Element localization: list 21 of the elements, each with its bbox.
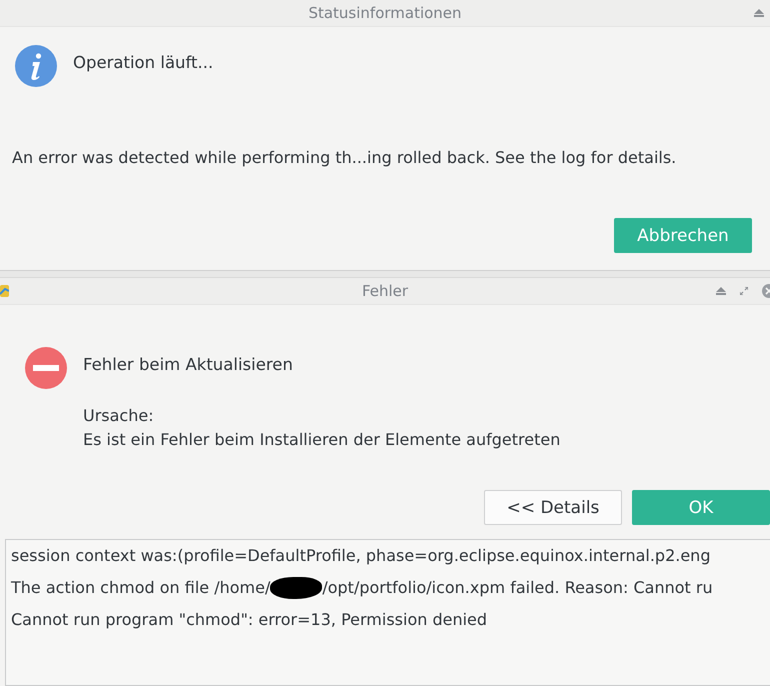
log-line: /opt/portfolio/icon.xpm failed. Reason: Cannot ru xyxy=(322,577,713,599)
error-message: An error was detected while performing th...ing rolled back. See the log for details. xyxy=(12,148,678,167)
error-icon xyxy=(24,346,68,390)
redaction-mark xyxy=(270,577,322,599)
window-title: Statusinformationen xyxy=(308,4,462,22)
shade-icon[interactable] xyxy=(716,287,726,295)
primary-button[interactable]: OK xyxy=(632,490,770,525)
window-title: Fehler xyxy=(362,282,408,300)
reason-text: Es ist ein Fehler beim Installieren der Elemente aufgetreten xyxy=(83,429,560,451)
log-line: session context was:(profile=DefaultProfile, phase=org.eclipse.equinox.internal.p2.eng xyxy=(11,545,710,567)
reason-label: Ursache: xyxy=(83,405,155,427)
error-heading: Fehler beim Aktualisieren xyxy=(83,354,294,376)
status-heading: Operation läuft... xyxy=(73,52,214,74)
restore-icon[interactable] xyxy=(740,287,748,295)
primary-button[interactable]: Abbrechen xyxy=(614,218,752,253)
secondary-button[interactable]: << Details xyxy=(484,490,622,525)
info-icon xyxy=(14,44,58,88)
shade-icon[interactable] xyxy=(754,9,764,17)
log-line: The action chmod on file /home/ xyxy=(11,577,270,599)
log-line: Cannot run program "chmod": error=13, Permission denied xyxy=(11,609,488,631)
app-icon xyxy=(0,285,9,297)
